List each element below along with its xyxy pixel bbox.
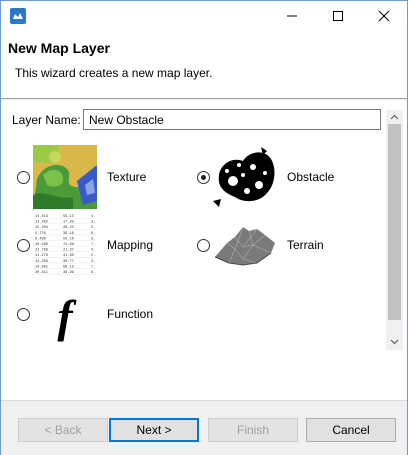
- back-button[interactable]: < Back: [18, 418, 108, 442]
- mapping-table-cell: 74.69: [63, 243, 74, 247]
- mapping-table-cell: 3.: [91, 237, 95, 241]
- mapping-table-cell: 4.: [91, 249, 95, 253]
- mapping-table-cell: 20.311: [35, 271, 48, 275]
- wizard-footer: < Back Next > Finish Cancel: [1, 400, 407, 455]
- app-icon: [10, 8, 26, 24]
- mapping-table-cell: 21.37: [63, 249, 74, 253]
- next-button[interactable]: Next >: [109, 418, 199, 442]
- layer-name-input[interactable]: [83, 109, 381, 130]
- mapping-table-cell: 9.499: [35, 237, 46, 241]
- svg-text:f: f: [57, 291, 77, 342]
- scroll-up-icon[interactable]: [389, 112, 400, 123]
- mapping-radio[interactable]: [17, 239, 30, 252]
- mapping-table-cell: 41.80: [63, 254, 74, 258]
- close-button[interactable]: [361, 1, 407, 31]
- mapping-table-cell: 14.861: [35, 265, 48, 269]
- scroll-down-icon[interactable]: [389, 336, 400, 347]
- mapping-table-cell: 30.77: [63, 260, 74, 264]
- mapping-table-cell: 15.204: [35, 226, 48, 230]
- layer-name-label: Layer Name:: [12, 113, 81, 127]
- texture-label: Texture: [107, 170, 147, 184]
- mapping-table-cell: 13.482: [35, 221, 48, 225]
- cancel-button[interactable]: Cancel: [306, 418, 396, 442]
- minimize-button[interactable]: [269, 1, 315, 31]
- texture-icon: [33, 145, 97, 209]
- mapping-table-cell: 4.: [91, 215, 95, 219]
- mapping-table-cell: 7.: [91, 265, 95, 269]
- mapping-table-cell: 7.: [91, 243, 95, 247]
- mapping-table-cell: 3.: [91, 260, 95, 264]
- mapping-table-cell: 8.: [91, 271, 95, 275]
- wizard-banner: New Map Layer This wizard creates a new …: [1, 31, 407, 99]
- terrain-label: Terrain: [287, 238, 324, 252]
- mapping-table-cell: 29.23: [63, 226, 74, 230]
- mapping-table-cell: 17.20: [63, 221, 74, 225]
- scrollbar-thumb[interactable]: [388, 124, 401, 320]
- mapping-table-cell: 11.276: [35, 254, 48, 258]
- vertical-scrollbar[interactable]: [386, 110, 403, 350]
- mapping-table-cell: 39.18: [63, 232, 74, 236]
- maximize-icon: [333, 11, 343, 21]
- mapping-table-cell: 14.413: [35, 215, 48, 219]
- mapping-table-cell: 66.13: [63, 265, 74, 269]
- mapping-icon: 14.413 59.13 4. 13.482 17.20 3. 15.204 29.23 5. 5…: [33, 213, 97, 277]
- mapping-table-cell: 11.209: [35, 260, 48, 264]
- mapping-table-cell: 38.99: [63, 271, 74, 275]
- function-label: Function: [107, 307, 154, 321]
- mapping-table-cell: 50.19: [63, 237, 74, 241]
- minimize-icon: [287, 15, 297, 17]
- title-bar[interactable]: [1, 1, 407, 31]
- mapping-table-cell: 12.788: [35, 249, 48, 253]
- mapping-table-cell: 5.776: [35, 232, 46, 236]
- mapping-table-cell: 10.560: [35, 243, 48, 247]
- close-icon: [378, 10, 390, 22]
- maximize-button[interactable]: [315, 1, 361, 31]
- terrain-icon: [213, 213, 277, 277]
- mapping-table-cell: 6.: [91, 232, 95, 236]
- page-title: New Map Layer: [8, 40, 110, 56]
- obstacle-icon: [213, 145, 277, 209]
- finish-button[interactable]: Finish: [208, 418, 298, 442]
- mapping-table-cell: 3.: [91, 221, 95, 225]
- page-description: This wizard creates a new map layer.: [15, 66, 213, 80]
- obstacle-radio[interactable]: [197, 171, 210, 184]
- mapping-table-cell: 5.: [91, 226, 95, 230]
- mapping-table-cell: 5.: [91, 254, 95, 258]
- obstacle-label: Obstacle: [287, 170, 335, 184]
- wizard-content: Layer Name: Texture: [1, 100, 407, 400]
- mapping-table-cell: 59.13: [63, 215, 74, 219]
- function-icon: f: [33, 282, 97, 346]
- mapping-label: Mapping: [107, 238, 154, 252]
- texture-radio[interactable]: [17, 171, 30, 184]
- function-radio[interactable]: [17, 308, 30, 321]
- terrain-radio[interactable]: [197, 239, 210, 252]
- wizard-window: New Map Layer This wizard creates a new …: [0, 0, 408, 455]
